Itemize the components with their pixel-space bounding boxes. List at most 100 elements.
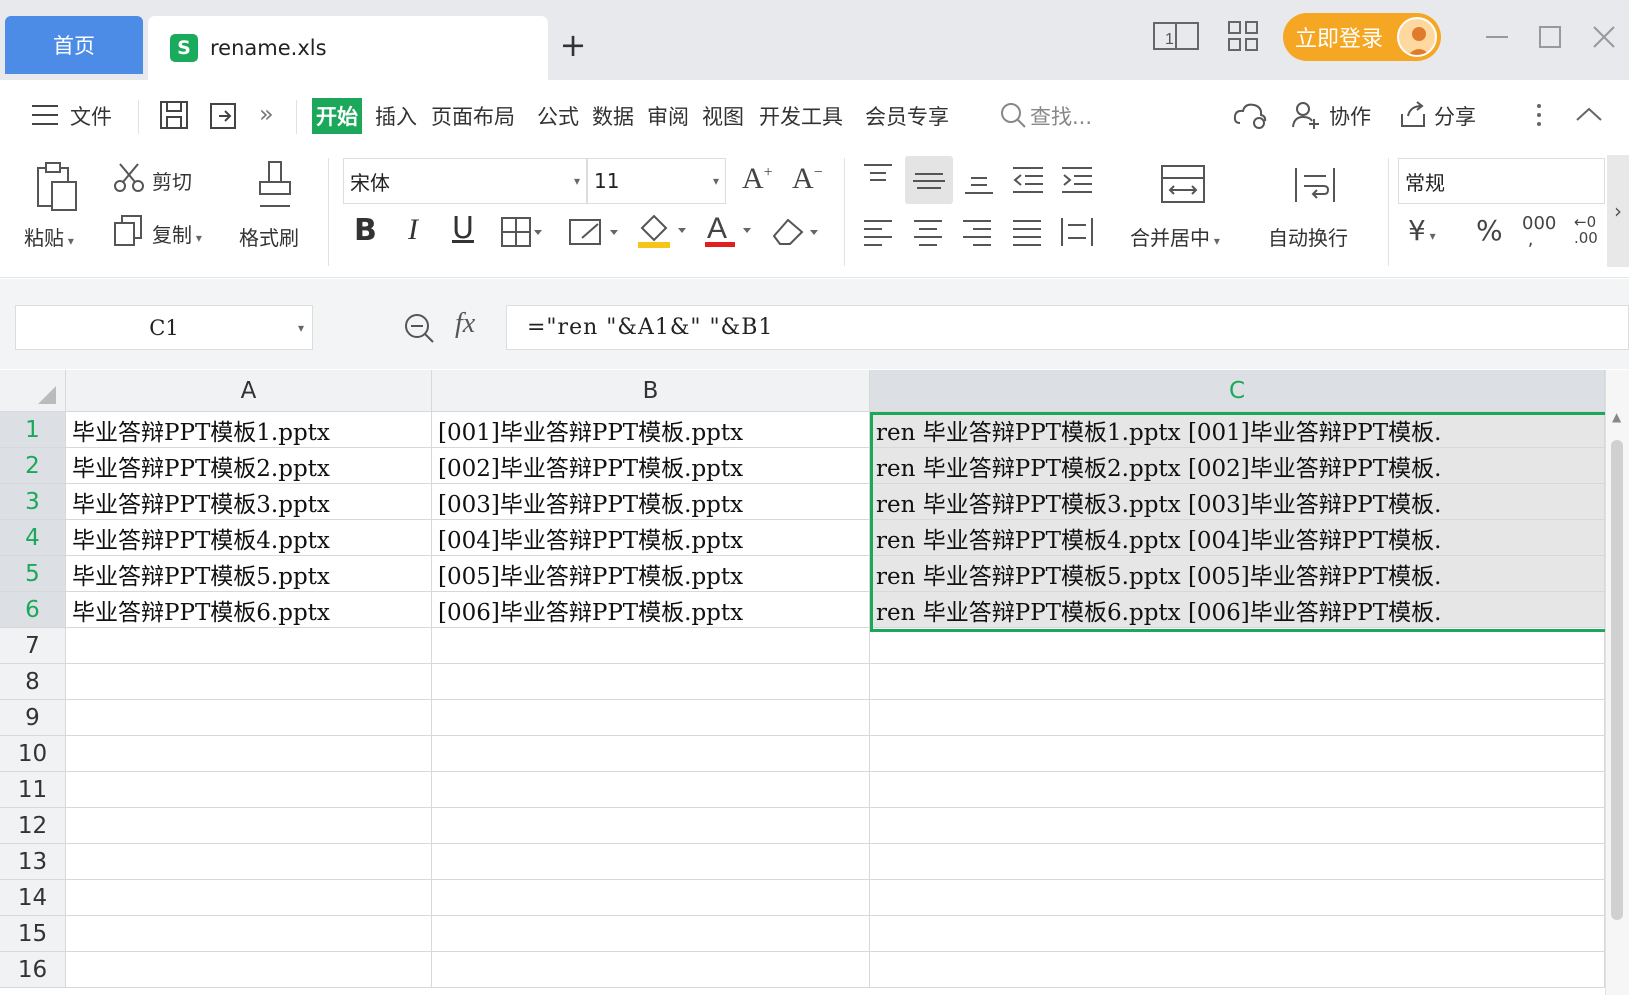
font-size-select[interactable]: 11 ▾ xyxy=(587,158,726,204)
bold-icon[interactable]: B xyxy=(354,213,377,248)
close-icon[interactable] xyxy=(1589,22,1619,52)
cell-c11[interactable] xyxy=(870,772,1605,808)
reading-mode-icon[interactable]: 1 xyxy=(1152,20,1200,52)
cell-c16[interactable] xyxy=(870,952,1605,988)
tab-home[interactable]: 首页 xyxy=(5,16,143,74)
cell-b15[interactable] xyxy=(432,916,870,952)
row-header-8[interactable]: 8 xyxy=(0,664,66,700)
menu-review[interactable]: 审阅 xyxy=(647,98,689,134)
increase-decimal-icon[interactable]: ←0.00 xyxy=(1574,214,1598,246)
distributed-align-icon[interactable] xyxy=(1060,216,1094,248)
maximize-icon[interactable] xyxy=(1535,22,1565,52)
copy-icon[interactable] xyxy=(112,213,144,247)
thousands-separator-icon[interactable]: 000 , xyxy=(1522,215,1556,249)
column-header-b[interactable]: B xyxy=(432,370,870,412)
cell-b12[interactable] xyxy=(432,808,870,844)
cell-c6[interactable]: ren 毕业答辩PPT模板6.pptx [006]毕业答辩PPT模板. xyxy=(870,592,1605,628)
merge-center-label[interactable]: 合并居中 ▾ xyxy=(1130,222,1220,251)
select-all-corner[interactable] xyxy=(0,370,66,412)
font-color-icon[interactable]: A xyxy=(703,210,755,250)
row-header-5[interactable]: 5 xyxy=(0,556,66,592)
menu-start[interactable]: 开始 xyxy=(312,98,362,134)
fill-color-icon[interactable] xyxy=(636,212,688,250)
menu-insert[interactable]: 插入 xyxy=(375,98,417,134)
export-icon[interactable] xyxy=(207,98,241,132)
search-icon[interactable] xyxy=(998,100,1028,130)
merge-center-icon[interactable] xyxy=(1160,164,1206,204)
row-header-12[interactable]: 12 xyxy=(0,808,66,844)
grid-apps-icon[interactable] xyxy=(1226,19,1260,53)
row-header-14[interactable]: 14 xyxy=(0,880,66,916)
increase-font-icon[interactable]: A+ xyxy=(742,162,773,196)
cell-a2[interactable]: 毕业答辩PPT模板2.pptx xyxy=(66,448,432,484)
row-header-1[interactable]: 1 xyxy=(0,412,66,448)
tab-file[interactable]: S rename.xls xyxy=(148,16,548,80)
cell-b16[interactable] xyxy=(432,952,870,988)
collapse-ribbon-icon[interactable] xyxy=(1573,100,1605,130)
menu-collab[interactable]: 协作 xyxy=(1329,98,1371,134)
format-painter-label[interactable]: 格式刷 xyxy=(239,222,299,251)
vertical-scrollbar[interactable]: ▲ xyxy=(1605,370,1629,995)
cell-c10[interactable] xyxy=(870,736,1605,772)
fx-icon[interactable]: fx xyxy=(455,308,475,340)
hamburger-icon[interactable] xyxy=(30,102,60,128)
cell-b1[interactable]: [001]毕业答辩PPT模板.pptx xyxy=(432,412,870,448)
cell-a9[interactable] xyxy=(66,700,432,736)
menu-formula[interactable]: 公式 xyxy=(537,98,579,134)
row-header-4[interactable]: 4 xyxy=(0,520,66,556)
cell-a12[interactable] xyxy=(66,808,432,844)
row-header-15[interactable]: 15 xyxy=(0,916,66,952)
cell-a11[interactable] xyxy=(66,772,432,808)
menu-data[interactable]: 数据 xyxy=(592,98,634,134)
menu-layout[interactable]: 页面布局 xyxy=(431,98,515,134)
menu-file[interactable]: 文件 xyxy=(70,98,112,134)
cell-c7[interactable] xyxy=(870,628,1605,664)
cell-a16[interactable] xyxy=(66,952,432,988)
eraser-icon[interactable] xyxy=(770,214,822,248)
align-middle-icon[interactable] xyxy=(905,156,953,204)
italic-icon[interactable]: I xyxy=(408,213,418,247)
justify-icon[interactable] xyxy=(1011,218,1043,248)
align-top-icon[interactable] xyxy=(862,162,894,190)
cell-a8[interactable] xyxy=(66,664,432,700)
cell-a7[interactable] xyxy=(66,628,432,664)
cell-c14[interactable] xyxy=(870,880,1605,916)
align-left-icon[interactable] xyxy=(862,218,894,248)
format-painter-icon[interactable] xyxy=(256,160,294,210)
cell-c8[interactable] xyxy=(870,664,1605,700)
paste-icon[interactable] xyxy=(34,160,80,212)
row-header-13[interactable]: 13 xyxy=(0,844,66,880)
cell-b14[interactable] xyxy=(432,880,870,916)
cell-a3[interactable]: 毕业答辩PPT模板3.pptx xyxy=(66,484,432,520)
search-input[interactable]: 查找... xyxy=(1030,98,1092,134)
menu-member[interactable]: 会员专享 xyxy=(865,98,949,134)
formula-input[interactable]: ="ren "&A1&" "&B1 xyxy=(506,305,1629,350)
cell-b10[interactable] xyxy=(432,736,870,772)
column-header-a[interactable]: A xyxy=(66,370,432,412)
align-center-icon[interactable] xyxy=(912,218,944,248)
cut-label[interactable]: 剪切 xyxy=(152,166,192,195)
cell-c12[interactable] xyxy=(870,808,1605,844)
scrollbar-thumb[interactable] xyxy=(1611,440,1623,920)
decrease-indent-icon[interactable] xyxy=(1011,165,1045,195)
cell-a10[interactable] xyxy=(66,736,432,772)
cell-b6[interactable]: [006]毕业答辩PPT模板.pptx xyxy=(432,592,870,628)
cell-a13[interactable] xyxy=(66,844,432,880)
column-header-c[interactable]: C xyxy=(870,370,1605,412)
cell-b5[interactable]: [005]毕业答辩PPT模板.pptx xyxy=(432,556,870,592)
cell-a14[interactable] xyxy=(66,880,432,916)
name-box[interactable]: C1 ▾ xyxy=(15,305,313,350)
underline-icon[interactable]: U xyxy=(452,211,474,246)
cell-c5[interactable]: ren 毕业答辩PPT模板5.pptx [005]毕业答辩PPT模板. xyxy=(870,556,1605,592)
new-tab-button[interactable]: + xyxy=(553,24,593,66)
row-header-7[interactable]: 7 xyxy=(0,628,66,664)
cell-b8[interactable] xyxy=(432,664,870,700)
align-bottom-icon[interactable] xyxy=(963,168,995,196)
ribbon-scroll-right-icon[interactable]: › xyxy=(1607,155,1629,267)
cell-b3[interactable]: [003]毕业答辩PPT模板.pptx xyxy=(432,484,870,520)
cell-a6[interactable]: 毕业答辩PPT模板6.pptx xyxy=(66,592,432,628)
cell-style-icon[interactable] xyxy=(568,216,620,248)
share-icon[interactable] xyxy=(1398,100,1428,130)
scroll-up-icon[interactable]: ▲ xyxy=(1612,410,1621,424)
cell-b9[interactable] xyxy=(432,700,870,736)
